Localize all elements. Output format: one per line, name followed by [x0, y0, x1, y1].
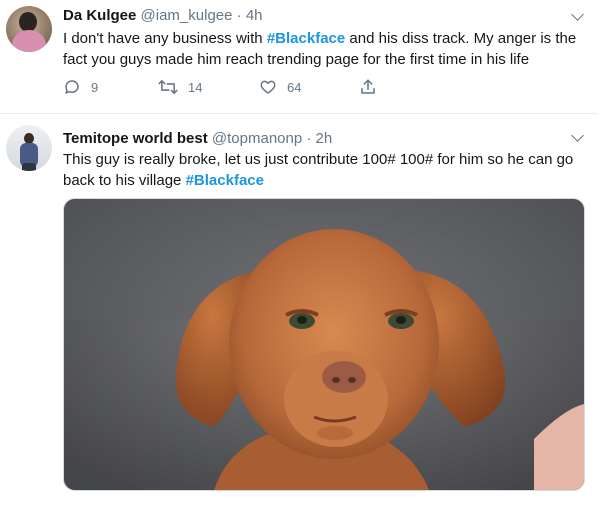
- reply-button[interactable]: 9: [63, 77, 98, 97]
- separator-dot: ·: [236, 7, 242, 24]
- user-handle[interactable]: @iam_kulgee: [141, 7, 233, 24]
- retweet-count: 14: [188, 79, 203, 95]
- tweet-text-before: I don't have any business with: [63, 30, 267, 47]
- chevron-down-icon[interactable]: [571, 129, 584, 142]
- avatar[interactable]: [6, 125, 52, 171]
- retweet-button[interactable]: 14: [158, 77, 202, 97]
- tweet-header: Da Kulgee @iam_kulgee · 4h: [63, 6, 263, 26]
- like-count: 64: [287, 79, 302, 95]
- retweet-icon: [158, 80, 178, 94]
- like-icon: [260, 80, 276, 94]
- like-button[interactable]: 64: [259, 77, 301, 97]
- avatar[interactable]: [6, 6, 52, 52]
- hashtag-link[interactable]: #Blackface: [267, 30, 345, 47]
- tweet-image[interactable]: [63, 198, 585, 491]
- puppy-photo: [64, 199, 584, 490]
- tweet[interactable]: Da Kulgee @iam_kulgee · 4h I don't have …: [0, 0, 598, 114]
- tweet-text-before: This guy is really broke, let us just co…: [63, 151, 574, 189]
- hashtag-link[interactable]: #Blackface: [186, 172, 264, 189]
- reply-count: 9: [91, 79, 99, 95]
- share-icon: [361, 79, 375, 94]
- display-name[interactable]: Temitope world best: [63, 130, 208, 147]
- share-button[interactable]: [359, 77, 377, 97]
- user-handle[interactable]: @topmanonp: [212, 130, 302, 147]
- tweet-text: This guy is really broke, let us just co…: [63, 149, 583, 191]
- tweet-header: Temitope world best @topmanonp · 2h: [63, 129, 332, 149]
- tweet-text: I don't have any business with #Blackfac…: [63, 28, 583, 70]
- timestamp[interactable]: 4h: [246, 7, 263, 24]
- reply-icon: [65, 80, 79, 94]
- tweet[interactable]: Temitope world best @topmanonp · 2h This…: [0, 114, 598, 507]
- timestamp[interactable]: 2h: [316, 130, 333, 147]
- display-name[interactable]: Da Kulgee: [63, 7, 136, 24]
- separator-dot: ·: [306, 130, 312, 147]
- tweet-actions: 9 14 64: [63, 77, 383, 97]
- chevron-down-icon[interactable]: [571, 8, 584, 21]
